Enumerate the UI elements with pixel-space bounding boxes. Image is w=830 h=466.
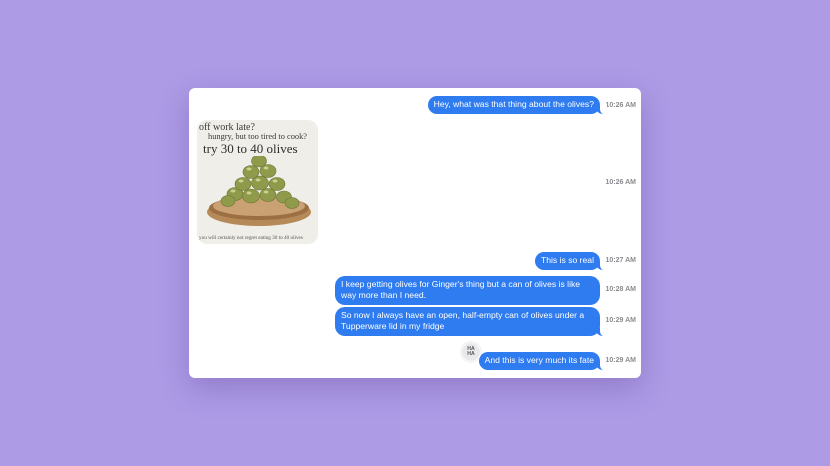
message-bubble[interactable]: I keep getting olives for Ginger's thing… <box>335 276 600 305</box>
haha-reaction-icon[interactable]: HA HA <box>461 342 481 362</box>
message-timestamp: 10:26 AM <box>605 179 636 186</box>
message-timestamp: 10:27 AM <box>605 257 636 264</box>
message-timestamp: 10:26 AM <box>605 102 636 109</box>
message-bubble[interactable]: Hey, what was that thing about the olive… <box>427 96 608 115</box>
message-row: And this is very much its fate 10:29 AM <box>189 352 641 372</box>
message-row: So now I always have an open, half-empty… <box>189 307 641 337</box>
olive-bowl-illustration <box>207 156 311 226</box>
message-timestamp: 10:29 AM <box>605 357 636 364</box>
message-row: Hey, what was that thing about the olive… <box>189 96 641 116</box>
message-row: This is so real 10:27 AM <box>189 252 641 272</box>
meme-text-line3: try 30 to 40 olives <box>203 141 298 156</box>
message-timestamp: 10:28 AM <box>605 286 636 293</box>
message-bubble[interactable]: So now I always have an open, half-empty… <box>335 307 607 337</box>
message-bubble[interactable]: And this is very much its fate <box>478 352 608 371</box>
message-timestamp: 10:29 AM <box>605 317 636 324</box>
message-row: I keep getting olives for Ginger's thing… <box>189 276 641 306</box>
message-bubble[interactable]: This is so real <box>534 252 608 271</box>
meme-footer-text: you will certainly not regret eating 30 … <box>199 235 303 241</box>
meme-text-line2: hungry, but too tired to cook? <box>208 132 308 141</box>
olives-meme-image[interactable]: off work late? hungry, but too tired to … <box>197 120 318 244</box>
messages-window: Hey, what was that thing about the olive… <box>189 88 641 378</box>
reaction-text-line2: HA <box>467 351 475 357</box>
